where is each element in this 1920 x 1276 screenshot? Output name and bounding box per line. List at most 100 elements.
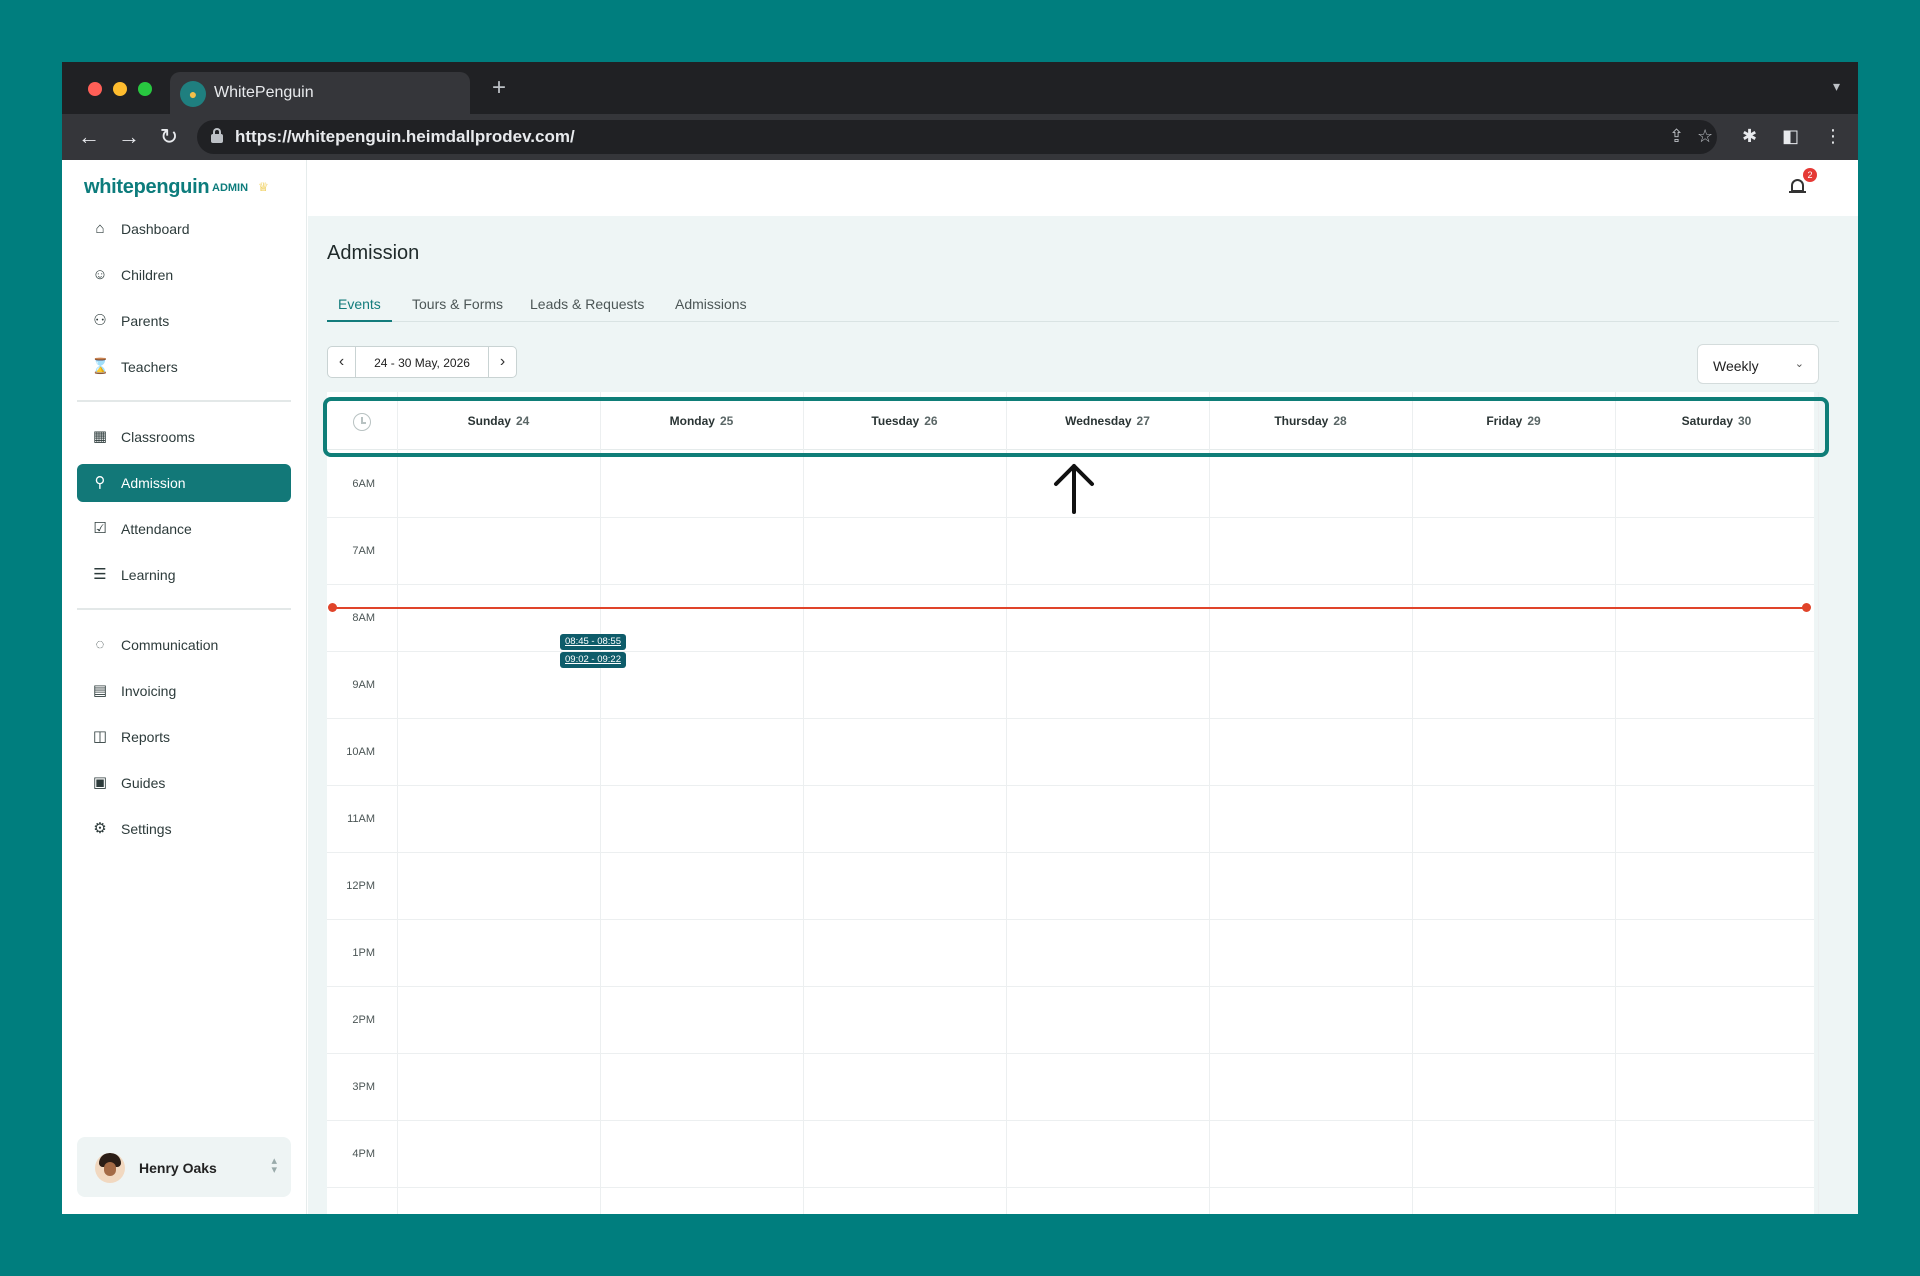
- side-panel-icon[interactable]: ◧: [1782, 126, 1799, 147]
- sidebar-item-children[interactable]: ☺ Children: [77, 256, 291, 294]
- sidebar-item-teachers[interactable]: ⌛ Teachers: [77, 348, 291, 386]
- sidebar-item-label: Attendance: [121, 521, 192, 537]
- calendar-row-divider: [327, 517, 1814, 518]
- check-square-icon: ☑: [93, 520, 107, 537]
- hour-label: 3PM: [352, 1081, 375, 1093]
- calendar-row-divider: [327, 1120, 1814, 1121]
- sidebar-item-settings[interactable]: ⚙ Settings: [77, 810, 291, 848]
- sidebar-divider: [77, 608, 291, 610]
- tab-search-chevron-icon[interactable]: ▾: [1833, 78, 1840, 95]
- browser-window: ● WhitePenguin + ▾ ← → ↻ https://whitepe…: [62, 62, 1858, 1214]
- calendar-row-divider: [327, 1187, 1814, 1188]
- close-window-button[interactable]: [88, 82, 102, 96]
- calendar-event[interactable]: 09:02 - 09:22: [560, 652, 626, 668]
- next-week-chevron-icon[interactable]: ›: [488, 347, 516, 377]
- previous-week-chevron-icon[interactable]: ‹: [328, 347, 356, 377]
- sidebar-item-reports[interactable]: ◫ Reports: [77, 718, 291, 756]
- sidebar-item-guides[interactable]: ▣ Guides: [77, 764, 291, 802]
- forward-arrow-icon[interactable]: →: [116, 124, 142, 150]
- calendar-row-divider: [327, 1053, 1814, 1054]
- calendar-row-divider: [327, 785, 1814, 786]
- minimize-window-button[interactable]: [113, 82, 127, 96]
- sidebar-item-label: Learning: [121, 567, 176, 583]
- tab-events[interactable]: Events: [338, 296, 381, 312]
- sidebar-item-parents[interactable]: ⚇ Parents: [77, 302, 291, 340]
- back-arrow-icon[interactable]: ←: [76, 124, 102, 150]
- maximize-window-button[interactable]: [138, 82, 152, 96]
- browser-menu-icon[interactable]: ⋮: [1824, 126, 1842, 147]
- invoice-icon: ▤: [92, 682, 108, 699]
- admin-badge-icon: ♕: [258, 180, 269, 194]
- browser-tab-bar: ● WhitePenguin + ▾: [62, 62, 1858, 114]
- calendar-column-divider: [1209, 392, 1210, 1214]
- sidebar-item-label: Invoicing: [121, 683, 177, 699]
- calendar-row-divider: [327, 919, 1814, 920]
- tab-leads-requests[interactable]: Leads & Requests: [530, 296, 644, 312]
- calendar-event[interactable]: 08:45 - 08:55: [560, 634, 626, 650]
- sidebar: whitepenguin ADMIN ♕ ⌂ Dashboard ☺ Child…: [62, 160, 307, 1214]
- hour-label: 8AM: [352, 612, 375, 624]
- hour-label: 6AM: [352, 478, 375, 490]
- tab-admissions[interactable]: Admissions: [675, 296, 747, 312]
- bookmark-star-icon[interactable]: ☆: [1697, 126, 1713, 147]
- hour-label: 11AM: [347, 813, 375, 825]
- calendar-row-divider: [327, 718, 1814, 719]
- home-icon: ⌂: [95, 220, 105, 237]
- user-menu[interactable]: Henry Oaks ▴ ▾: [77, 1137, 291, 1197]
- week-calendar: Sunday 24 Monday 25 Tuesday 26 Wednesday 27 Thur…: [327, 392, 1819, 1214]
- penguin-favicon-icon: ●: [180, 81, 206, 107]
- notification-badge: 2: [1803, 168, 1817, 182]
- book-icon: ▣: [92, 774, 108, 791]
- sidebar-item-label: Admission: [121, 475, 186, 491]
- sidebar-item-classrooms[interactable]: ▦ Classrooms: [77, 418, 291, 456]
- browser-tab[interactable]: ● WhitePenguin: [170, 72, 470, 114]
- hour-label: 9AM: [352, 679, 375, 691]
- calendar-column-divider: [1615, 392, 1616, 1214]
- logo[interactable]: whitepenguin: [84, 176, 210, 199]
- sidebar-item-communication[interactable]: ◌ Communication: [77, 626, 291, 664]
- admin-badge: ADMIN: [212, 182, 249, 194]
- sidebar-item-invoicing[interactable]: ▤ Invoicing: [77, 672, 291, 710]
- calendar-row-divider: [327, 651, 1814, 652]
- view-mode-select[interactable]: Weekly ⌄: [1697, 344, 1819, 384]
- child-icon: ☺: [92, 266, 108, 283]
- sidebar-item-label: Parents: [121, 313, 170, 329]
- up-arrow-annotation-icon: [1054, 464, 1094, 514]
- sidebar-item-label: Teachers: [121, 359, 178, 375]
- day-header-highlight-box: [323, 397, 1829, 457]
- calendar-column-divider: [600, 392, 601, 1214]
- url-bar[interactable]: https://whitepenguin.heimdallprodev.com/…: [197, 120, 1717, 154]
- current-time-dot: [1802, 603, 1811, 613]
- top-header: 2: [308, 160, 1858, 216]
- lock-icon: [211, 128, 223, 144]
- calendar-row-divider: [327, 986, 1814, 987]
- chevron-down-icon: ⌄: [1794, 358, 1804, 370]
- sidebar-item-label: Guides: [121, 775, 166, 791]
- tab-tours-forms[interactable]: Tours & Forms: [412, 296, 503, 312]
- sidebar-item-label: Reports: [121, 729, 171, 745]
- sidebar-item-learning[interactable]: ☰ Learning: [77, 556, 291, 594]
- parents-icon: ⚇: [93, 312, 107, 329]
- extensions-puzzle-icon[interactable]: ✱: [1742, 126, 1757, 147]
- hour-label: 12PM: [346, 880, 375, 892]
- hour-label: 1PM: [352, 947, 375, 959]
- date-range-label[interactable]: 24 - 30 May, 2026: [356, 356, 488, 370]
- calendar-row-divider: [327, 852, 1814, 853]
- calendar-column-divider: [803, 392, 804, 1214]
- sidebar-item-label: Classrooms: [121, 429, 195, 445]
- hour-label: 2PM: [352, 1014, 375, 1026]
- share-icon[interactable]: ⇪: [1669, 126, 1684, 147]
- current-time-line: [328, 603, 1811, 613]
- new-tab-plus-icon[interactable]: +: [492, 74, 506, 102]
- main-content: 2 Admission Events Tours & Forms Leads &…: [308, 160, 1858, 1214]
- calendar-column-divider: [397, 392, 398, 1214]
- sidebar-item-label: Dashboard: [121, 221, 190, 237]
- reload-icon[interactable]: ↻: [156, 124, 182, 150]
- grid-icon: ▦: [92, 428, 108, 445]
- sidebar-item-attendance[interactable]: ☑ Attendance: [77, 510, 291, 548]
- calendar-column-divider: [1818, 392, 1819, 1214]
- sidebar-item-admission[interactable]: ⚲ Admission: [77, 464, 291, 502]
- user-name: Henry Oaks: [139, 1160, 217, 1176]
- chat-icon: ◌: [95, 636, 105, 653]
- sidebar-item-dashboard[interactable]: ⌂ Dashboard: [77, 210, 291, 248]
